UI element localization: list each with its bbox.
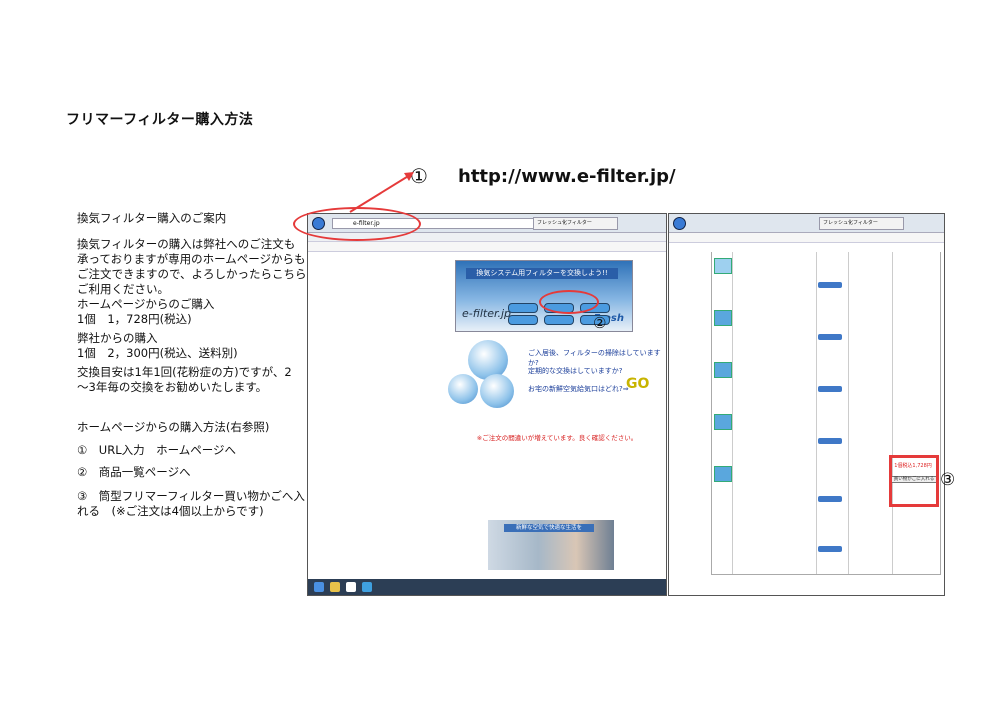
detail-button bbox=[818, 282, 842, 288]
hp-price: 1個 1，728円(税込) bbox=[77, 312, 192, 326]
file-icon bbox=[346, 582, 356, 592]
company-price-block: 弊社からの購入 1個 2，300円(税込、送料別) bbox=[77, 331, 238, 361]
homepage-screenshot: e-filter.jp フレッシュ化フィルター 換気システム用フィルターを交換し… bbox=[307, 213, 667, 596]
question-1: ご入居後、フィルターの掃除はしていますか? bbox=[528, 349, 661, 367]
product-row bbox=[711, 252, 941, 305]
step-3-line: れる (※ご注文は4個以上からです) bbox=[77, 504, 264, 518]
steps-heading: ホームページからの購入方法(右参照) bbox=[77, 420, 270, 434]
guide-heading: 換気フィルター購入のご案内 bbox=[77, 211, 227, 225]
go-badge: GO bbox=[626, 376, 650, 392]
site-logo: e-filter.jp bbox=[462, 307, 512, 320]
page-title: フリマーフィルター購入方法 bbox=[66, 112, 254, 128]
intro-line: ご注文できますので、よろしかったらこちらを bbox=[77, 267, 319, 281]
taskbar bbox=[308, 579, 666, 595]
favorites-bar bbox=[308, 242, 666, 252]
product-thumbnail bbox=[714, 466, 732, 482]
marker-3: ③ bbox=[940, 470, 956, 490]
intro-line: 換気フィルターの購入は弊社へのご注文も bbox=[77, 237, 296, 251]
detail-button bbox=[818, 334, 842, 340]
address-bar: フレッシュ化フィルター bbox=[669, 214, 944, 233]
step-3-line: ③ 筒型フリマーフィルター買い物かごへ入 bbox=[77, 489, 305, 503]
hp-price-block: ホームページからのご購入 1個 1，728円(税込) bbox=[77, 297, 214, 327]
back-button-icon bbox=[673, 217, 686, 230]
browser-tab: フレッシュ化フィルター bbox=[533, 217, 618, 230]
company-price: 1個 2，300円(税込、送料別) bbox=[77, 346, 238, 360]
product-list-screenshot: フレッシュ化フィルター 1個税込1,728円 買い物かごに入れる bbox=[668, 213, 945, 596]
product-thumbnail bbox=[714, 414, 732, 430]
marker-2: ② bbox=[593, 314, 607, 332]
intro-block: 換気フィルターの購入は弊社へのご注文も 承っておりますが専用のホームページからも… bbox=[77, 237, 318, 297]
product-thumbnail bbox=[714, 310, 732, 326]
product-row bbox=[711, 408, 941, 461]
button-highlight bbox=[539, 290, 599, 314]
warning-text: ※ご注文の間違いが増えています。良く確認ください。 bbox=[476, 434, 638, 442]
browser-icon bbox=[362, 582, 372, 592]
step-1: ① URL入力 ホームページへ bbox=[77, 443, 237, 457]
nav-button bbox=[544, 315, 574, 325]
question-3: お宅の新鮮空気給気口はどれ?⇒ bbox=[528, 385, 629, 393]
notice-line bbox=[448, 451, 666, 456]
browser-tab: フレッシュ化フィルター bbox=[819, 217, 904, 230]
step-3-block: ③ 筒型フリマーフィルター買い物かごへ入 れる (※ご注文は4個以上からです) bbox=[77, 489, 305, 519]
hp-label: ホームページからのご購入 bbox=[77, 297, 215, 311]
start-icon bbox=[314, 582, 324, 592]
family-photo: 新鮮な空気で快適な生活を bbox=[488, 520, 614, 570]
product-row bbox=[711, 356, 941, 409]
banner-caption: 換気システム用フィルターを交換しよう!! bbox=[466, 268, 618, 279]
product-row bbox=[711, 304, 941, 357]
detail-button bbox=[818, 496, 842, 502]
folder-icon bbox=[330, 582, 340, 592]
product-thumbnail bbox=[714, 362, 732, 378]
detail-button bbox=[818, 386, 842, 392]
nav-button bbox=[508, 303, 538, 313]
left-column: 換気フィルター購入のご案内 bbox=[77, 211, 226, 226]
product-thumbnail bbox=[714, 258, 732, 274]
url-highlight bbox=[293, 207, 421, 241]
exchange-line: 交換目安は1年1回(花粉症の方)ですが、2 bbox=[77, 365, 292, 379]
exchange-block: 交換目安は1年1回(花粉症の方)ですが、2 ～3年毎の交換をお勧めいたします。 bbox=[77, 365, 292, 395]
question-2: 定期的な交換はしていますか? bbox=[528, 367, 623, 375]
favorites-bar bbox=[669, 233, 944, 243]
site-url: http://www.e-filter.jp/ bbox=[458, 166, 676, 187]
product-row bbox=[711, 522, 941, 575]
step-2: ② 商品一覧ページへ bbox=[77, 465, 191, 479]
intro-line: 承っておりますが専用のホームページからも bbox=[77, 252, 306, 266]
nav-button bbox=[508, 315, 538, 325]
cart-highlight bbox=[889, 455, 939, 507]
exchange-line: ～3年毎の交換をお勧めいたします。 bbox=[77, 380, 268, 394]
detail-button bbox=[818, 438, 842, 444]
detail-button bbox=[818, 546, 842, 552]
intro-line: ご利用ください。 bbox=[77, 282, 169, 296]
photo-caption: 新鮮な空気で快適な生活を bbox=[504, 524, 594, 532]
company-label: 弊社からの購入 bbox=[77, 331, 158, 345]
